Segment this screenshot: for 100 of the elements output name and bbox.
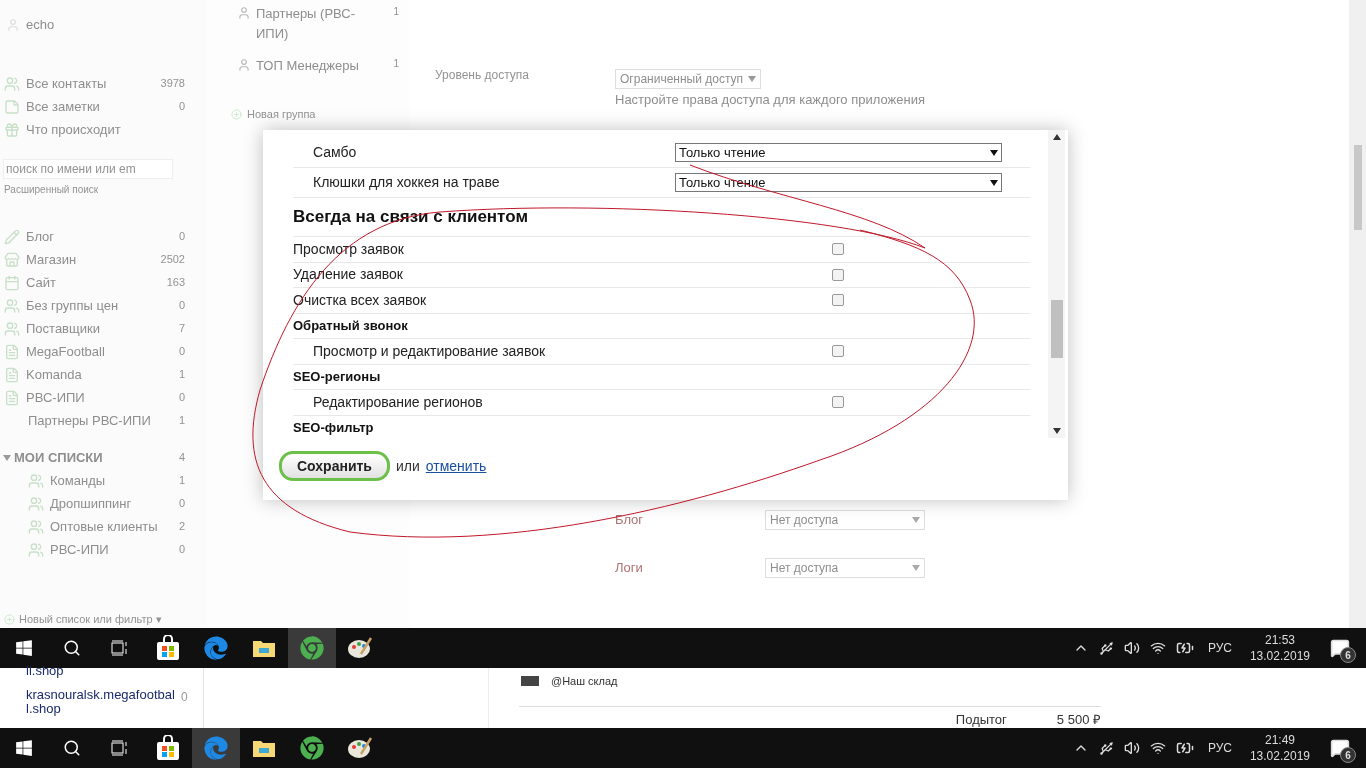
user-name: echo xyxy=(26,16,55,35)
edge-icon xyxy=(204,736,228,760)
search-icon xyxy=(63,739,81,757)
shopping-bag-icon xyxy=(155,635,181,661)
permission-label: Просмотр и редактирование заявок xyxy=(313,341,547,361)
sidebar-item[interactable]: Поставщики xyxy=(26,318,179,339)
notification-badge: 6 xyxy=(1340,747,1356,763)
item-count: 2 xyxy=(178,519,185,535)
section-title[interactable]: МОИ СПИСКИ xyxy=(14,447,179,468)
folder-icon xyxy=(252,638,276,658)
clock-time: 21:49 xyxy=(1264,732,1295,748)
item-count: 3978 xyxy=(160,76,185,92)
scroll-up-icon[interactable] xyxy=(1052,134,1061,140)
clock-date: 13.02.2019 xyxy=(1249,748,1310,764)
task-view-icon xyxy=(111,740,129,756)
sidebar-item[interactable]: Все заметки xyxy=(26,96,179,117)
usb-icon[interactable] xyxy=(1098,740,1114,756)
scrollbar-thumb[interactable] xyxy=(1050,300,1063,358)
group-heading: SEO-фильтр xyxy=(293,419,374,437)
sidebar-item[interactable]: Komanda xyxy=(26,364,179,385)
speaker-icon[interactable] xyxy=(1123,640,1140,656)
dropdown-arrow-icon[interactable] xyxy=(990,179,998,186)
dropdown-arrow-icon[interactable] xyxy=(990,149,998,156)
expand-triangle-icon[interactable] xyxy=(3,453,11,462)
app-name: Логи xyxy=(615,558,644,577)
windows-icon xyxy=(15,639,33,657)
palette-icon xyxy=(347,636,373,660)
page-scrollbar[interactable] xyxy=(1349,0,1366,628)
hint-text: Настройте права доступа для каждого приложения xyxy=(615,91,925,109)
sidebar-item[interactable]: Партнеры РВС-ИПИ xyxy=(28,410,179,431)
add-icon xyxy=(4,613,15,625)
access-select[interactable]: Нет доступа xyxy=(765,509,925,530)
scrollbar-thumb[interactable] xyxy=(1353,145,1362,230)
item-count: 4 xyxy=(178,450,185,466)
checkbox[interactable] xyxy=(832,268,844,281)
add-icon xyxy=(231,108,242,120)
sidebar-item[interactable]: MegaFootball xyxy=(26,341,179,362)
dialog-scrollbar[interactable] xyxy=(1048,130,1065,438)
user-icon xyxy=(6,18,20,32)
shopping-bag-icon xyxy=(155,735,181,761)
sidebar-item[interactable]: РВС-ИПИ xyxy=(26,387,179,408)
sidebar-item[interactable]: Блог xyxy=(26,226,179,247)
folder-icon xyxy=(252,738,276,758)
item-count: 0 xyxy=(178,298,185,314)
sidebar-item[interactable]: Дропшиппинг xyxy=(50,493,179,514)
scroll-down-icon[interactable] xyxy=(1052,428,1061,434)
group-item[interactable]: Партнеры (РВС-ИПИ) xyxy=(256,4,384,43)
item-count: 0 xyxy=(181,689,188,706)
new-list-link[interactable]: Новый список или фильтр ▾ xyxy=(19,611,162,628)
store-link[interactable]: krasnouralsk.megafootbal l.shop xyxy=(26,688,181,716)
access-level-select[interactable]: Ограниченный доступ xyxy=(615,69,762,89)
access-select[interactable]: Нет доступа xyxy=(765,557,925,578)
clock-time: 21:53 xyxy=(1264,632,1295,648)
app-name: Блог xyxy=(615,510,645,529)
wifi-icon[interactable] xyxy=(1149,740,1166,756)
sidebar-item[interactable]: Команды xyxy=(50,470,179,491)
sidebar-item[interactable]: Без группы цен xyxy=(26,295,179,316)
group-heading: Обратный звонок xyxy=(293,317,408,335)
chrome-icon xyxy=(300,636,324,660)
permission-label: Клюшки для хоккея на траве xyxy=(313,173,501,192)
checkbox[interactable] xyxy=(832,396,844,409)
save-button[interactable]: Сохранить xyxy=(279,451,390,481)
checkbox[interactable] xyxy=(832,345,844,358)
clock[interactable]: 21:49 13.02.2019 xyxy=(1245,732,1314,764)
new-group-link[interactable]: Новая группа xyxy=(247,106,316,123)
palette-icon xyxy=(347,736,373,760)
checkbox[interactable] xyxy=(832,243,844,256)
item-count: 2502 xyxy=(160,252,185,268)
sidebar-item[interactable]: Что происходит xyxy=(26,119,185,140)
action-center-button[interactable]: 6 xyxy=(1324,633,1356,663)
item-count: 1 xyxy=(178,473,185,489)
language-indicator[interactable]: РУС xyxy=(1203,739,1236,757)
item-count: 0 xyxy=(178,390,185,406)
item-count: 163 xyxy=(166,275,185,291)
group-heading: SEO-регионы xyxy=(293,368,381,386)
notification-badge: 6 xyxy=(1340,647,1356,663)
action-center-button[interactable]: 6 xyxy=(1324,733,1356,763)
item-count: 0 xyxy=(178,496,185,512)
sidebar-item[interactable]: Сайт xyxy=(26,272,167,293)
sidebar-item[interactable]: Магазин xyxy=(26,249,161,270)
language-indicator[interactable]: РУС xyxy=(1203,639,1236,657)
usb-icon[interactable] xyxy=(1098,640,1114,656)
windows-icon xyxy=(15,739,33,757)
search-icon xyxy=(63,639,81,657)
sidebar-item[interactable]: РВС-ИПИ xyxy=(50,539,179,560)
sidebar-item[interactable]: Все контакты xyxy=(26,73,161,94)
permission-label: Очистка всех заявок xyxy=(293,290,428,310)
sidebar-item[interactable]: Оптовые клиенты xyxy=(50,516,179,537)
advanced-search-link[interactable]: Расширенный поиск xyxy=(0,182,207,197)
or-text: или xyxy=(395,456,420,476)
group-item[interactable]: ТОП Менеджеры xyxy=(256,56,384,76)
checkbox[interactable] xyxy=(832,294,844,307)
permission-label: Самбо xyxy=(313,143,358,162)
search-field[interactable]: поиск по имени или em xyxy=(3,159,173,179)
cancel-link[interactable]: отменить xyxy=(425,455,487,477)
wifi-icon[interactable] xyxy=(1149,640,1166,656)
item-count: 0 xyxy=(178,542,185,558)
clock[interactable]: 21:53 13.02.2019 xyxy=(1245,632,1314,664)
access-select[interactable]: Только чтение xyxy=(675,143,1002,162)
speaker-icon[interactable] xyxy=(1123,740,1140,756)
